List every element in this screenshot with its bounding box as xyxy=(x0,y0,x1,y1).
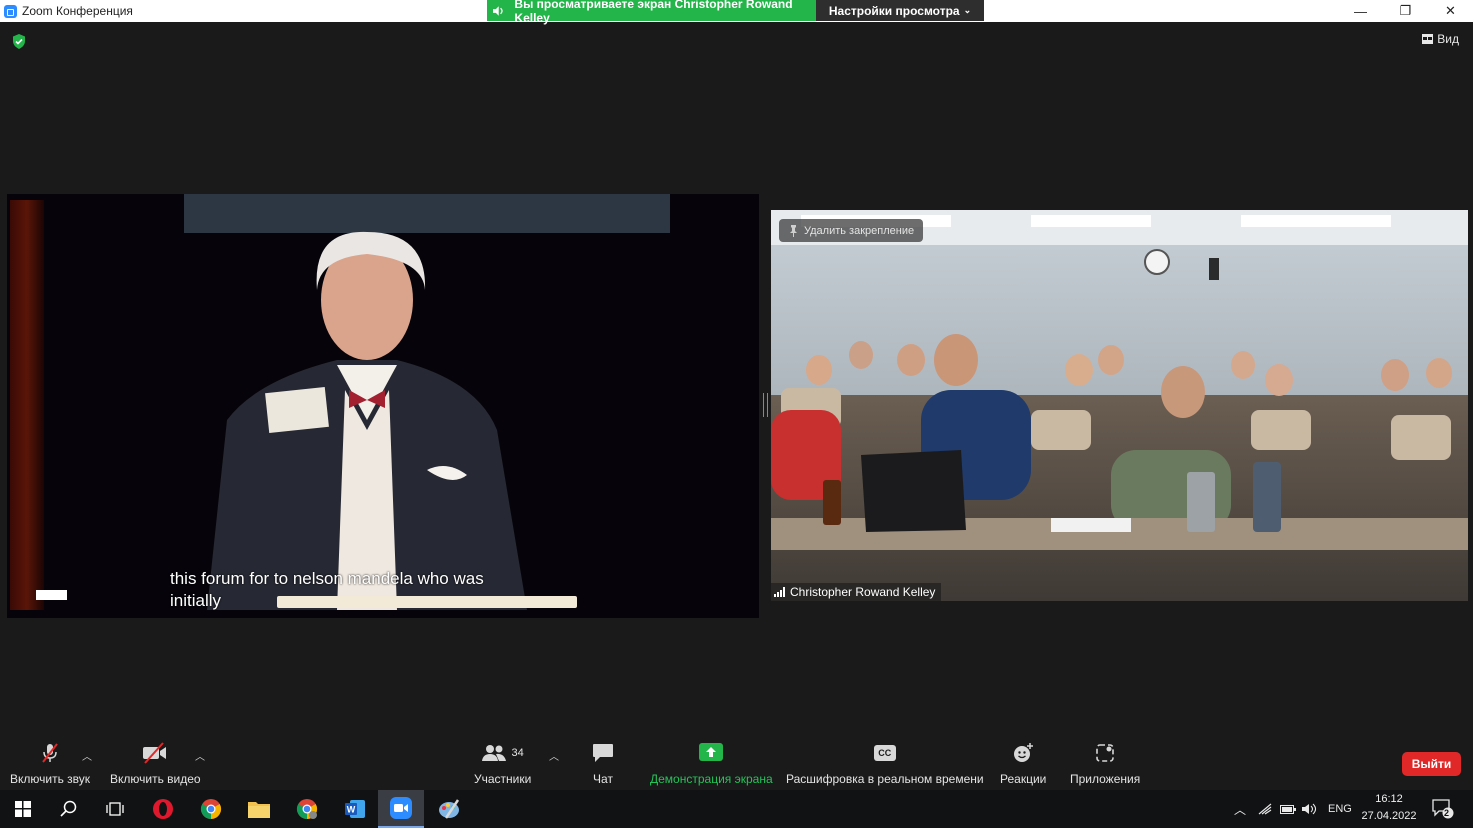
speaker-icon xyxy=(493,5,503,16)
participant-video[interactable]: Удалить закрепление Christopher Rowand K… xyxy=(771,210,1468,601)
participants-options-caret[interactable]: ︿ xyxy=(549,748,559,763)
security-shield-icon[interactable] xyxy=(12,34,26,49)
chevron-down-icon: ⌄ xyxy=(963,5,972,15)
show-hidden-icons-button[interactable]: ︿ xyxy=(1234,790,1246,828)
signal-strength-icon xyxy=(774,587,785,597)
subtitle-line-2: initially xyxy=(170,591,222,610)
windows-logo-icon xyxy=(15,801,31,817)
chrome-profile-icon xyxy=(296,799,318,820)
task-view-icon xyxy=(106,802,124,816)
system-clock[interactable]: 16:12 27.04.2022 xyxy=(1358,791,1420,825)
video-off-icon xyxy=(143,742,167,764)
close-button[interactable]: ✕ xyxy=(1428,0,1473,22)
windows-taskbar: W ︿ ENG 2 xyxy=(0,790,1473,828)
split-resize-handle[interactable] xyxy=(763,393,768,417)
live-transcript-label: Расшифровка в реальном времени xyxy=(786,772,984,786)
language-indicator[interactable]: ENG xyxy=(1328,790,1352,828)
share-screen-button[interactable]: Демонстрация экрана xyxy=(650,738,773,790)
zoom-icon xyxy=(390,797,412,819)
zoom-app-icon xyxy=(4,4,17,18)
unmute-button[interactable]: Включить звук xyxy=(10,738,90,790)
window-title: Zoom Конференция xyxy=(22,4,133,18)
view-options-button[interactable]: Настройки просмотра ⌄ xyxy=(816,0,984,21)
leave-meeting-button[interactable]: Выйти xyxy=(1402,752,1461,776)
view-button[interactable]: Вид xyxy=(1422,32,1459,46)
paint-taskbar-button[interactable] xyxy=(426,790,472,828)
participants-count: 34 xyxy=(511,747,524,759)
screen-share-banner: Вы просматриваете экран Christopher Rowa… xyxy=(487,0,816,25)
add-reaction-icon xyxy=(1014,743,1034,762)
share-screen-label: Демонстрация экрана xyxy=(650,772,773,786)
video-subtitle: this forum for to nelson mandela who was… xyxy=(170,568,484,612)
volume-icon[interactable] xyxy=(1302,790,1318,828)
unmute-label: Включить звук xyxy=(10,772,91,786)
pin-icon xyxy=(790,224,797,237)
search-button[interactable] xyxy=(46,790,92,828)
participants-button[interactable]: 34 Участники xyxy=(474,738,531,790)
unpin-button[interactable]: Удалить закрепление xyxy=(779,219,924,242)
word-icon: W xyxy=(345,800,365,818)
unpin-label: Удалить закрепление xyxy=(804,224,915,237)
svg-text:W: W xyxy=(347,805,356,815)
clock-time: 16:12 xyxy=(1375,793,1403,805)
speaker-figure xyxy=(207,231,527,610)
battery-icon[interactable] xyxy=(1280,790,1296,828)
action-center-button[interactable]: 2 xyxy=(1432,790,1454,828)
video-options-caret[interactable]: ︿ xyxy=(195,748,205,763)
restore-button[interactable]: ❐ xyxy=(1383,0,1428,22)
meeting-toolbar: Включить звук ︿ Включить видео ︿ 34 Учас… xyxy=(0,738,1473,790)
stage-curtain xyxy=(10,200,44,610)
chat-bubble-icon xyxy=(593,744,613,762)
folder-icon xyxy=(248,802,270,818)
file-explorer-taskbar-button[interactable] xyxy=(236,790,282,828)
participants-label: Участники xyxy=(474,772,532,786)
view-options-label: Настройки просмотра xyxy=(828,3,960,18)
network-icon[interactable] xyxy=(1258,790,1272,828)
grid-icon xyxy=(1422,34,1434,44)
opera-icon xyxy=(153,799,173,819)
paint-palette-icon xyxy=(439,799,460,819)
start-video-button[interactable]: Включить видео xyxy=(110,738,201,790)
reactions-label: Реакции xyxy=(1000,772,1047,786)
task-view-button[interactable] xyxy=(92,790,138,828)
audio-options-caret[interactable]: ︿ xyxy=(82,748,92,763)
window-controls: — ❐ ✕ xyxy=(1338,0,1473,22)
start-button[interactable] xyxy=(0,790,46,828)
language-label: ENG xyxy=(1328,803,1352,815)
reactions-button[interactable]: Реакции xyxy=(1000,738,1046,790)
classroom-scene xyxy=(771,215,1468,550)
share-screen-icon xyxy=(699,743,724,761)
start-video-label: Включить видео xyxy=(110,772,201,786)
closed-captions-icon: CC xyxy=(873,745,896,761)
chrome-icon xyxy=(200,799,222,820)
notifications-icon xyxy=(1432,799,1454,819)
zoom-taskbar-button[interactable] xyxy=(378,790,424,828)
chevron-up-icon: ︿ xyxy=(1234,802,1247,817)
opera-taskbar-button[interactable] xyxy=(140,790,186,828)
search-icon xyxy=(60,800,77,817)
participant-name-tag: Christopher Rowand Kelley xyxy=(771,583,942,601)
chat-label: Чат xyxy=(593,772,613,786)
chrome-profile-taskbar-button[interactable] xyxy=(284,790,330,828)
share-banner-text: Вы просматриваете экран Christopher Rowa… xyxy=(514,0,793,25)
apps-label: Приложения xyxy=(1070,772,1141,786)
stage-banner xyxy=(184,194,670,233)
participant-name: Christopher Rowand Kelley xyxy=(790,585,936,599)
shared-screen-video[interactable]: this forum for to nelson mandela who was… xyxy=(7,194,759,618)
muted-microphone-icon xyxy=(42,743,58,763)
subtitle-line-1: this forum for to nelson mandela who was xyxy=(170,569,484,588)
view-label: Вид xyxy=(1437,32,1459,46)
notification-count: 2 xyxy=(1444,808,1450,818)
live-transcript-button[interactable]: CC Расшифровка в реальном времени xyxy=(786,738,984,790)
clock-date: 27.04.2022 xyxy=(1361,810,1417,822)
minimize-button[interactable]: — xyxy=(1338,0,1383,22)
chrome-taskbar-button[interactable] xyxy=(188,790,234,828)
participants-icon xyxy=(481,745,506,761)
apps-icon xyxy=(1096,744,1114,762)
apps-button[interactable]: Приложения xyxy=(1070,738,1140,790)
word-taskbar-button[interactable]: W xyxy=(332,790,378,828)
chat-button[interactable]: Чат xyxy=(592,738,614,790)
mini-caption-tag xyxy=(36,590,67,600)
